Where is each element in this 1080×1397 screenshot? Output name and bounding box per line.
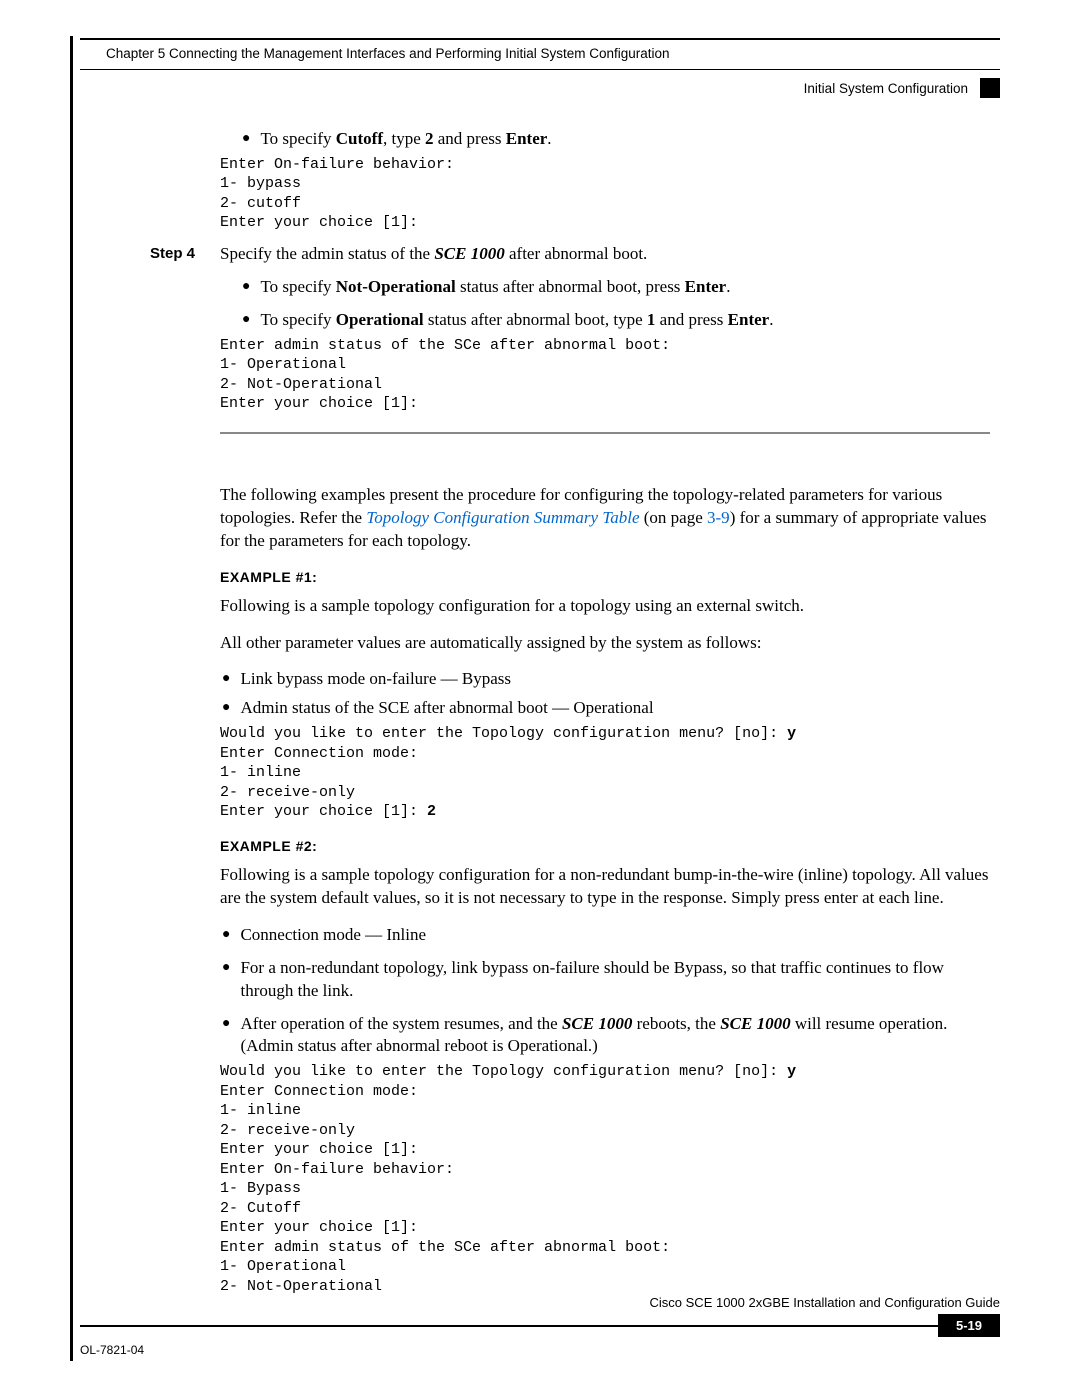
- step-body: Specify the admin status of the SCE 1000…: [220, 243, 990, 266]
- page-link[interactable]: 3-9: [707, 508, 730, 527]
- sub-rule: [80, 69, 1000, 70]
- page-footer: Cisco SCE 1000 2xGBE Installation and Co…: [80, 1295, 1000, 1357]
- bullet-dot-icon: ●: [242, 276, 250, 299]
- example-2-title: EXAMPLE #2:: [220, 838, 990, 854]
- section-header-row: Initial System Configuration: [80, 78, 1000, 98]
- bullet-operational: ● To specify Operational status after ab…: [220, 309, 990, 332]
- example-1-p2: All other parameter values are automatic…: [220, 632, 990, 655]
- topology-link[interactable]: Topology Configuration Summary Table: [366, 508, 639, 527]
- ex2-bullet-2: ● For a non-redundant topology, link byp…: [220, 957, 990, 1003]
- code-block-ex1: Would you like to enter the Topology con…: [220, 724, 990, 822]
- bullet-text: To specify Operational status after abno…: [260, 309, 990, 332]
- bullet-text: To specify Not-Operational status after …: [260, 276, 990, 299]
- chapter-header: Chapter 5 Connecting the Management Inte…: [80, 44, 1000, 69]
- footer-page-number: 5-19: [938, 1314, 1000, 1337]
- step-label: Step 4: [150, 243, 220, 266]
- section-title: Initial System Configuration: [804, 81, 968, 96]
- example-2-p1: Following is a sample topology configura…: [220, 864, 990, 910]
- bullet-dot-icon: ●: [242, 309, 250, 332]
- bullet-dot-icon: ●: [222, 957, 230, 1003]
- top-rule: [80, 38, 1000, 40]
- intro-paragraph: The following examples present the proce…: [220, 484, 990, 553]
- header-marker-box: [980, 78, 1000, 98]
- page: Chapter 5 Connecting the Management Inte…: [0, 0, 1080, 1397]
- ex1-bullet-2: ● Admin status of the SCE after abnormal…: [220, 697, 990, 720]
- bullet-text: For a non-redundant topology, link bypas…: [240, 957, 990, 1003]
- bullet-text: To specify Cutoff, type 2 and press Ente…: [260, 128, 990, 151]
- footer-rule: [80, 1325, 938, 1327]
- bullet-dot-icon: ●: [242, 128, 250, 151]
- bullet-dot-icon: ●: [222, 668, 230, 691]
- footer-bottom-row: OL-7821-04: [80, 1337, 1000, 1357]
- code-block-ex2: Would you like to enter the Topology con…: [220, 1062, 990, 1296]
- bullet-text: Admin status of the SCE after abnormal b…: [240, 697, 990, 720]
- step-4-row: Step 4 Specify the admin status of the S…: [150, 243, 990, 266]
- footer-doc-id: OL-7821-04: [80, 1337, 144, 1357]
- ex2-bullet-3: ● After operation of the system resumes,…: [220, 1013, 990, 1059]
- section-end-rule: [220, 432, 990, 434]
- footer-guide-row: Cisco SCE 1000 2xGBE Installation and Co…: [80, 1295, 1000, 1310]
- footer-guide-title: Cisco SCE 1000 2xGBE Installation and Co…: [650, 1295, 1000, 1310]
- ex2-bullet-1: ● Connection mode — Inline: [220, 924, 990, 947]
- footer-rule-wrap: 5-19: [80, 1314, 1000, 1337]
- code-block-1: Enter On-failure behavior: 1- bypass 2- …: [220, 155, 990, 233]
- ex1-bullet-1: ● Link bypass mode on-failure — Bypass: [220, 668, 990, 691]
- bullet-dot-icon: ●: [222, 924, 230, 947]
- left-margin-bar: [70, 36, 73, 1361]
- bullet-cutoff: ● To specify Cutoff, type 2 and press En…: [220, 128, 990, 151]
- example-1-p1: Following is a sample topology configura…: [220, 595, 990, 618]
- bullet-text: Connection mode — Inline: [240, 924, 990, 947]
- bullet-text: Link bypass mode on-failure — Bypass: [240, 668, 990, 691]
- bullet-dot-icon: ●: [222, 697, 230, 720]
- bullet-not-operational: ● To specify Not-Operational status afte…: [220, 276, 990, 299]
- bullet-dot-icon: ●: [222, 1013, 230, 1059]
- example-1-title: EXAMPLE #1:: [220, 569, 990, 585]
- content-area: ● To specify Cutoff, type 2 and press En…: [220, 128, 990, 1296]
- bullet-text: After operation of the system resumes, a…: [240, 1013, 990, 1059]
- code-block-2: Enter admin status of the SCe after abno…: [220, 336, 990, 414]
